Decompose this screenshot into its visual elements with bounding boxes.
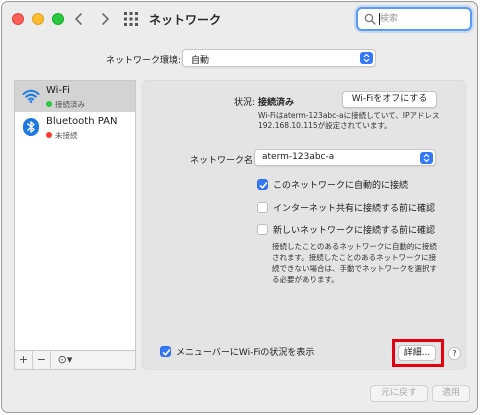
ask-new-network-label: 新しいネットワークに接続する前に確認	[273, 226, 436, 236]
service-item-wifi[interactable]: Wi-Fi 接続済み	[15, 81, 135, 112]
wifi-icon	[22, 89, 40, 103]
service-list: Wi-Fi 接続済み Bluetooth PAN 未接続	[14, 80, 136, 370]
up-down-chevron-icon	[363, 53, 370, 63]
show-in-menubar-checkbox[interactable]	[160, 346, 171, 357]
close-window-button[interactable]	[12, 13, 24, 25]
location-value: 自動	[191, 56, 210, 66]
service-list-toolbar: + − ⊙▾	[14, 350, 136, 370]
window-title: ネットワーク	[149, 13, 222, 27]
remove-service-button[interactable]: −	[33, 351, 51, 369]
forward-button[interactable]	[96, 10, 114, 28]
network-name-value: aterm-123abc-a	[262, 152, 335, 162]
network-name-select[interactable]: aterm-123abc-a	[254, 149, 436, 166]
turn-wifi-off-button[interactable]: Wi-Fiをオフにする	[342, 91, 437, 108]
status-value: 接続済み	[258, 98, 295, 108]
bluetooth-icon	[23, 118, 39, 136]
ask-new-network-checkbox[interactable]	[257, 224, 268, 235]
add-service-button[interactable]: +	[15, 351, 33, 369]
minimize-window-button[interactable]	[32, 13, 44, 25]
grid-icon	[124, 12, 138, 26]
disconnected-status-dot	[46, 132, 52, 138]
auto-join-checkbox[interactable]	[257, 179, 268, 190]
show-all-preferences-button[interactable]	[124, 12, 138, 26]
search-input[interactable]	[380, 12, 466, 26]
ask-new-network-description: 接続したことのあるネットワークに自動的に接続されます。接続したことのあるネットワ…	[272, 242, 437, 284]
ask-hotspot-checkbox[interactable]	[257, 202, 268, 213]
up-down-chevron-icon	[423, 153, 430, 163]
location-stepper	[360, 52, 373, 64]
service-name: Wi-Fi	[46, 85, 70, 96]
connected-status-dot	[46, 101, 52, 107]
search-icon	[364, 13, 376, 25]
show-in-menubar-label: メニューバーにWi-Fiの状況を表示	[176, 348, 315, 358]
network-name-stepper	[420, 152, 433, 164]
checkmark-icon	[162, 349, 171, 356]
auto-join-label: このネットワークに自動的に接続	[273, 181, 409, 191]
back-button[interactable]	[70, 10, 88, 28]
checkmark-icon	[259, 182, 268, 189]
chevron-right-icon	[102, 13, 109, 25]
status-label: 状況:	[234, 98, 256, 108]
service-name: Bluetooth PAN	[46, 116, 118, 127]
ask-hotspot-label: インターネット共有に接続する前に確認	[273, 204, 436, 214]
revert-button[interactable]: 元に戻す	[370, 385, 428, 402]
search-field[interactable]	[356, 7, 472, 31]
apply-button[interactable]: 適用	[432, 385, 470, 402]
service-status: 接続済み	[46, 99, 85, 110]
network-name-label: ネットワーク名:	[190, 156, 257, 166]
location-label: ネットワーク環境:	[106, 56, 182, 66]
highlight-box	[392, 339, 444, 367]
location-select[interactable]: 自動	[182, 49, 376, 67]
service-status: 未接続	[46, 130, 78, 141]
service-actions-menu-button[interactable]: ⊙▾	[51, 351, 79, 369]
status-description: Wi-Fiはaterm-123abc-aに接続していて、IPアドレス 192.1…	[258, 111, 440, 130]
service-item-bluetooth-pan[interactable]: Bluetooth PAN 未接続	[15, 112, 135, 143]
zoom-window-button[interactable]	[52, 13, 64, 25]
help-button[interactable]: ?	[448, 347, 461, 360]
chevron-left-icon	[75, 13, 82, 25]
